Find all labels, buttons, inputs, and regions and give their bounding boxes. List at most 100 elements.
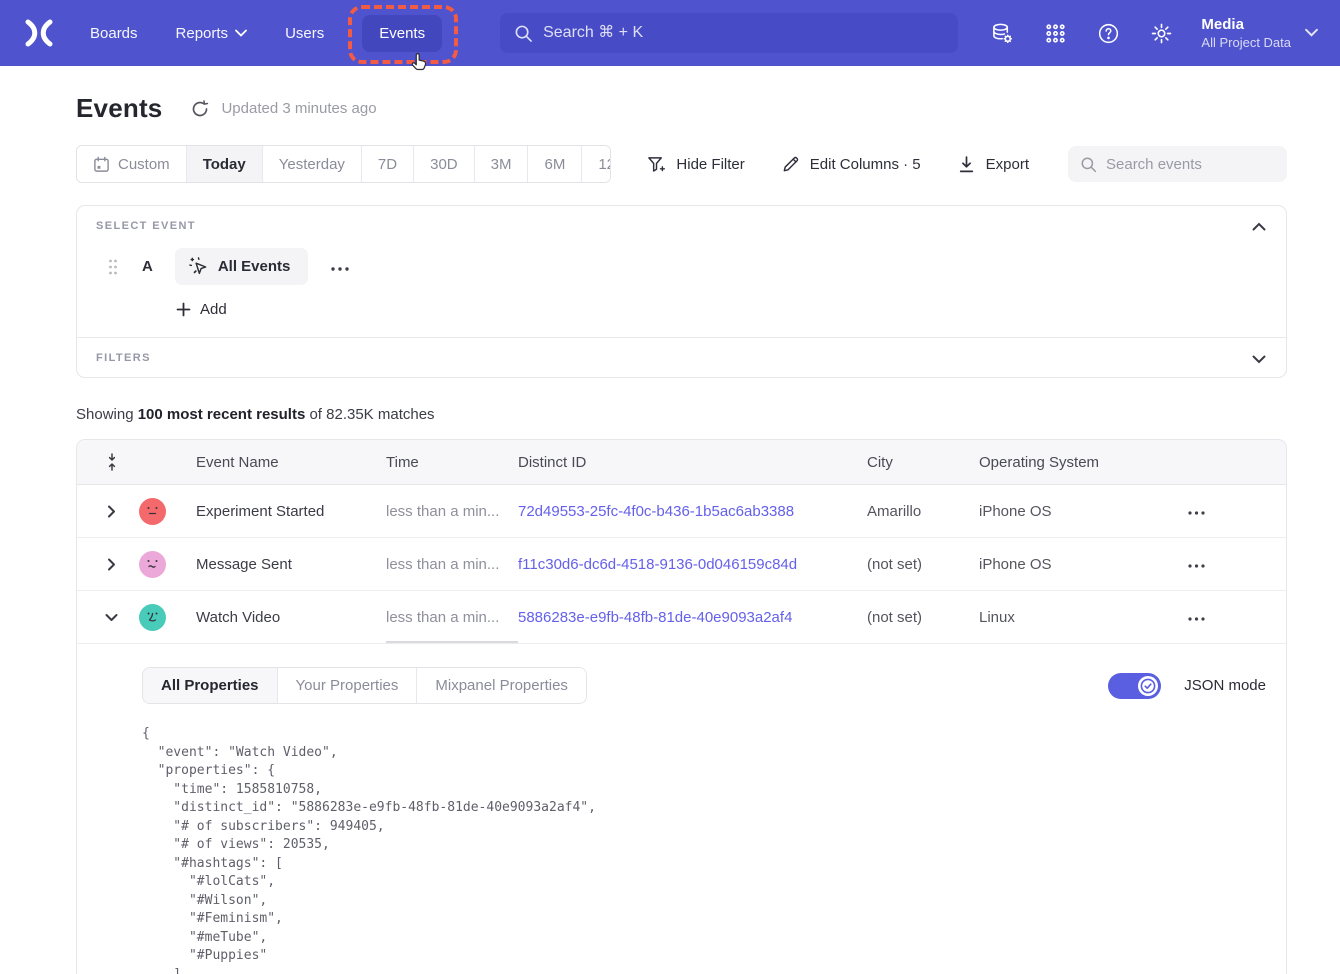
hide-filter-button[interactable]: Hide Filter bbox=[647, 155, 744, 174]
event-avatar bbox=[139, 604, 166, 631]
date-range-custom[interactable]: Custom bbox=[77, 146, 186, 182]
tab-mixpanel-properties[interactable]: Mixpanel Properties bbox=[416, 668, 586, 703]
chevron-down-icon bbox=[235, 29, 247, 37]
column-header-time[interactable]: Time bbox=[386, 454, 518, 471]
collapse-section-chevron-up-icon[interactable] bbox=[1252, 219, 1266, 233]
data-management-icon[interactable] bbox=[990, 21, 1014, 45]
all-events-button[interactable]: All Events bbox=[175, 248, 309, 285]
date-range-today[interactable]: Today bbox=[186, 146, 262, 182]
funnel-plus-icon bbox=[647, 155, 666, 174]
settings-gear-icon[interactable] bbox=[1149, 21, 1173, 45]
nav-right-cluster: Media All Project Data bbox=[961, 15, 1318, 51]
search-events-input[interactable] bbox=[1106, 156, 1275, 173]
edit-columns-button[interactable]: Edit Columns · 5 bbox=[781, 155, 921, 174]
column-header-event-name[interactable]: Event Name bbox=[196, 454, 386, 471]
tab-all-properties[interactable]: All Properties bbox=[143, 668, 277, 703]
detail-toolbar: All Properties Your Properties Mixpanel … bbox=[142, 667, 1266, 704]
column-header-distinct-id[interactable]: Distinct ID bbox=[518, 454, 867, 471]
cell-distinct-id-link[interactable]: 72d49553-25fc-4f0c-b436-1b5ac6ab3388 bbox=[518, 503, 867, 520]
drag-handle-icon[interactable] bbox=[107, 258, 119, 276]
query-builder-card: SELECT EVENT A bbox=[76, 205, 1287, 378]
collapse-row-chevron-down-icon[interactable] bbox=[105, 611, 118, 624]
table-row-expanded[interactable]: Watch Video less than a min... 5886283e-… bbox=[77, 591, 1286, 644]
pencil-icon bbox=[781, 155, 800, 174]
expand-row-chevron-right-icon[interactable] bbox=[105, 505, 118, 518]
cell-distinct-id-link[interactable]: 5886283e-e9fb-48fb-81de-40e9093a2af4 bbox=[518, 609, 867, 626]
cell-event-name: Experiment Started bbox=[196, 503, 386, 520]
main-content: Events Updated 3 minutes ago Custom bbox=[76, 93, 1287, 974]
date-range-6m[interactable]: 6M bbox=[527, 146, 581, 182]
project-selector[interactable]: Media All Project Data bbox=[1201, 15, 1291, 51]
project-scope: All Project Data bbox=[1201, 34, 1291, 51]
date-range-7d[interactable]: 7D bbox=[361, 146, 413, 182]
add-label: Add bbox=[200, 301, 227, 318]
mixpanel-logo-icon[interactable] bbox=[22, 19, 56, 47]
select-event-label: SELECT EVENT bbox=[96, 220, 1266, 232]
date-range-yesterday[interactable]: Yesterday bbox=[262, 146, 361, 182]
expand-filters-chevron-down-icon[interactable] bbox=[1252, 351, 1266, 365]
date-range-3m[interactable]: 3M bbox=[474, 146, 528, 182]
export-button[interactable]: Export bbox=[957, 155, 1029, 174]
nav-events-wrap: Events bbox=[362, 15, 442, 52]
nav-item-reports-label: Reports bbox=[176, 25, 229, 42]
step-letter: A bbox=[142, 258, 153, 275]
controls-row: Custom Today Yesterday 7D 30D 3M 6M 12M … bbox=[76, 145, 1287, 183]
download-icon bbox=[957, 155, 976, 174]
row-more-icon[interactable] bbox=[1183, 497, 1210, 525]
expand-row-chevron-right-icon[interactable] bbox=[105, 558, 118, 571]
table-row[interactable]: Experiment Started less than a min... 72… bbox=[77, 485, 1286, 538]
nav-item-reports[interactable]: Reports bbox=[176, 25, 248, 42]
tab-your-properties[interactable]: Your Properties bbox=[277, 668, 417, 703]
cell-event-name: Message Sent bbox=[196, 556, 386, 573]
table-header: Event Name Time Distinct ID City Operati… bbox=[77, 440, 1286, 485]
toggle-knob bbox=[1138, 676, 1158, 696]
row-more-icon[interactable] bbox=[1183, 603, 1210, 631]
cell-distinct-id-link[interactable]: f11c30d6-dc6d-4518-9136-0d046159c84d bbox=[518, 556, 867, 573]
events-table: Event Name Time Distinct ID City Operati… bbox=[76, 439, 1287, 974]
event-avatar bbox=[139, 498, 166, 525]
json-mode-toggle[interactable] bbox=[1108, 673, 1161, 699]
project-name: Media bbox=[1201, 15, 1291, 34]
cell-city: (not set) bbox=[867, 556, 979, 573]
event-more-icon[interactable] bbox=[325, 252, 355, 282]
calendar-icon bbox=[93, 156, 110, 173]
export-label: Export bbox=[986, 156, 1029, 173]
json-mode-group: JSON mode bbox=[1108, 673, 1266, 699]
event-avatar bbox=[139, 551, 166, 578]
column-header-os[interactable]: Operating System bbox=[979, 454, 1161, 471]
toggle-check-icon bbox=[1140, 678, 1156, 694]
collapse-all-icon[interactable] bbox=[104, 453, 120, 471]
cell-event-name: Watch Video bbox=[196, 609, 386, 626]
cell-city: Amarillo bbox=[867, 503, 979, 520]
event-detail-panel: All Properties Your Properties Mixpanel … bbox=[77, 644, 1286, 974]
project-chevron-down-icon[interactable] bbox=[1305, 24, 1318, 42]
cell-os: iPhone OS bbox=[979, 503, 1161, 520]
refresh-icon[interactable] bbox=[191, 100, 209, 118]
all-events-label: All Events bbox=[218, 258, 291, 275]
cell-os: Linux bbox=[979, 609, 1161, 626]
help-icon[interactable] bbox=[1096, 21, 1120, 45]
time-column-scroll-indicator bbox=[386, 641, 518, 643]
table-row[interactable]: Message Sent less than a min... f11c30d6… bbox=[77, 538, 1286, 591]
edit-columns-label: Edit Columns · 5 bbox=[810, 156, 921, 173]
nav-item-boards[interactable]: Boards bbox=[90, 25, 138, 42]
row-more-icon[interactable] bbox=[1183, 550, 1210, 578]
events-page: Boards Reports Users Events bbox=[0, 0, 1340, 974]
apps-grid-icon[interactable] bbox=[1043, 21, 1067, 45]
nav-item-events[interactable]: Events bbox=[362, 15, 442, 52]
summary-suffix: of 82.35K matches bbox=[305, 406, 434, 423]
nav-item-users[interactable]: Users bbox=[285, 25, 324, 42]
nav-item-boards-label: Boards bbox=[90, 25, 138, 42]
search-events-box[interactable] bbox=[1068, 146, 1287, 182]
select-event-section: SELECT EVENT A bbox=[77, 206, 1286, 318]
global-search[interactable] bbox=[500, 13, 958, 53]
sparkle-cursor-icon bbox=[188, 256, 209, 277]
cell-time: less than a min... bbox=[386, 556, 518, 573]
date-range-12m[interactable]: 12M bbox=[581, 146, 611, 182]
date-range-30d[interactable]: 30D bbox=[413, 146, 474, 182]
table-tools: Hide Filter Edit Columns · 5 Export bbox=[611, 146, 1287, 182]
global-search-input[interactable] bbox=[543, 24, 944, 42]
hand-cursor-icon bbox=[408, 51, 430, 73]
column-header-city[interactable]: City bbox=[867, 454, 979, 471]
add-event-button[interactable]: Add bbox=[176, 301, 1266, 318]
